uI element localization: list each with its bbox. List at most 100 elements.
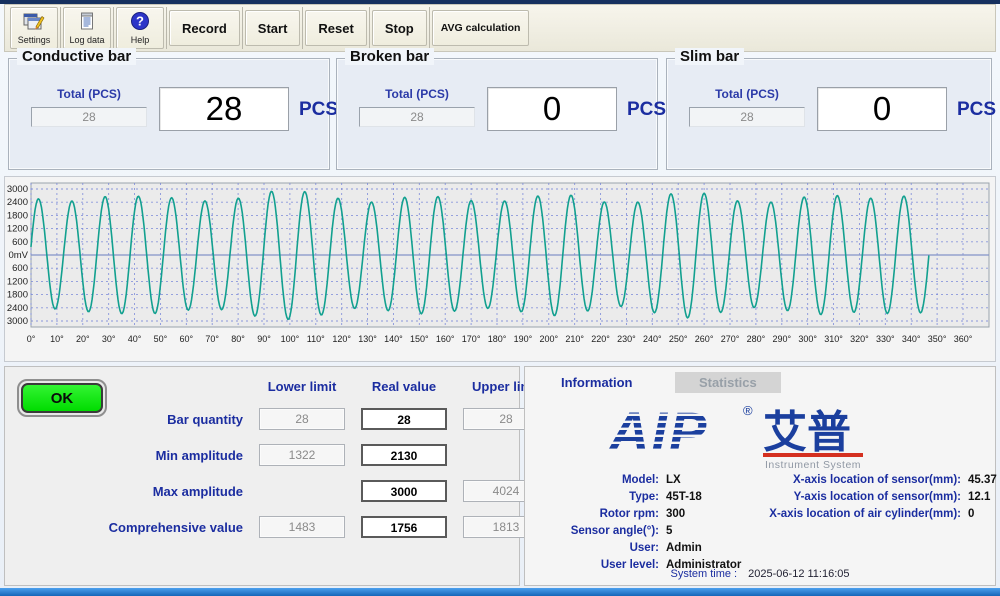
svg-text:50°: 50° [154, 334, 168, 344]
svg-text:40°: 40° [128, 334, 142, 344]
svg-text:260°: 260° [695, 334, 714, 344]
svg-text:110°: 110° [307, 334, 325, 344]
aip-logo-cjk: 艾普 [763, 408, 851, 457]
toolbar-separator [369, 7, 370, 49]
slim-total-label: Total (PCS) [689, 87, 805, 101]
settings-button[interactable]: Settings [10, 7, 58, 49]
svg-text:320°: 320° [850, 334, 869, 344]
svg-text:2400: 2400 [7, 303, 28, 314]
svg-text:1200: 1200 [7, 276, 28, 287]
broken-bar-panel: Broken bar Total (PCS) 28 0 PCS [336, 58, 658, 170]
sensor-angle-label: Sensor angle(°): [531, 525, 659, 537]
svg-text:170°: 170° [462, 334, 481, 344]
svg-text:60°: 60° [180, 334, 194, 344]
svg-text:10°: 10° [50, 334, 64, 344]
svg-text:300°: 300° [798, 334, 817, 344]
svg-text:250°: 250° [669, 334, 688, 344]
limits-table: Lower limit Real value Upper limit Bar q… [71, 379, 549, 538]
real-value-header: Real value [361, 379, 447, 394]
limits-panel: OK Lower limit Real value Upper limit Ba… [4, 366, 520, 586]
svg-text:290°: 290° [772, 334, 791, 344]
help-button[interactable]: ? Help [116, 7, 164, 49]
min-amplitude-label: Min amplitude [71, 448, 243, 463]
settings-label: Settings [18, 35, 51, 45]
x-cylinder-value: 0 [968, 508, 974, 520]
system-time-value: 2025-06-12 11:16:05 [748, 568, 849, 580]
svg-text:70°: 70° [205, 334, 219, 344]
svg-text:190°: 190° [514, 334, 533, 344]
conductive-total-input[interactable]: 28 [31, 107, 147, 127]
waveform-chart: 30002400180012006000mV600120018002400300… [4, 176, 996, 362]
svg-text:600: 600 [12, 263, 28, 274]
user-value: Admin [666, 542, 702, 554]
svg-text:600: 600 [12, 237, 28, 248]
svg-text:120°: 120° [332, 334, 351, 344]
start-button[interactable]: Start [245, 10, 301, 46]
toolbar-separator [429, 7, 430, 49]
svg-text:0°: 0° [27, 334, 36, 344]
broken-bar-title: Broken bar [345, 48, 434, 65]
bar-quantity-label: Bar quantity [71, 412, 243, 427]
max-amplitude-label: Max amplitude [71, 484, 243, 499]
log-data-label: Log data [69, 35, 104, 45]
svg-text:20°: 20° [76, 334, 90, 344]
os-taskbar[interactable] [0, 588, 1000, 596]
stop-button[interactable]: Stop [372, 10, 427, 46]
svg-text:2400: 2400 [7, 197, 28, 208]
y-sensor-value: 12.1 [968, 491, 990, 503]
svg-text:210°: 210° [565, 334, 584, 344]
avg-calculation-button[interactable]: AVG calculation [432, 10, 530, 46]
svg-text:1800: 1800 [7, 210, 28, 221]
tab-statistics[interactable]: Statistics [675, 372, 781, 393]
toolbar-separator [302, 7, 303, 49]
tab-information[interactable]: Information [537, 372, 657, 393]
x-sensor-label: X-axis location of sensor(mm): [725, 474, 961, 486]
slim-bar-panel: Slim bar Total (PCS) 28 0 PCS [666, 58, 992, 170]
bar-quantity-lower: 28 [259, 408, 345, 430]
svg-text:1200: 1200 [7, 224, 28, 235]
toolbar-separator [242, 7, 243, 49]
slim-unit-label: PCS [957, 99, 996, 121]
slim-bar-title: Slim bar [675, 48, 744, 65]
svg-text:350°: 350° [928, 334, 947, 344]
help-icon: ? [130, 11, 150, 34]
info-fields-left: Model:LX Type:45T-18 Rotor rpm:300 Senso… [531, 471, 741, 573]
system-time: System time : 2025-06-12 11:16:05 [525, 568, 995, 580]
info-panel: Information Statistics AIP ® 艾普 Instrume… [524, 366, 996, 586]
toolbar-separator [113, 7, 114, 49]
record-button[interactable]: Record [169, 10, 240, 46]
svg-text:130°: 130° [358, 334, 377, 344]
rotor-rpm-value: 300 [666, 508, 685, 520]
svg-text:100°: 100° [281, 334, 300, 344]
logo-red-bar [763, 453, 863, 457]
svg-text:270°: 270° [721, 334, 740, 344]
logdata-icon [79, 11, 95, 34]
comprehensive-value-label: Comprehensive value [71, 520, 243, 535]
x-sensor-value: 45.37 [968, 474, 997, 486]
sensor-angle-value: 5 [666, 525, 672, 537]
broken-total-input[interactable]: 28 [359, 107, 475, 127]
settings-icon [23, 11, 45, 34]
slim-total-input[interactable]: 28 [689, 107, 805, 127]
svg-text:30°: 30° [102, 334, 116, 344]
model-label: Model: [531, 474, 659, 486]
svg-text:340°: 340° [902, 334, 921, 344]
svg-text:310°: 310° [824, 334, 843, 344]
svg-text:280°: 280° [747, 334, 766, 344]
conductive-unit-label: PCS [299, 99, 338, 121]
y-sensor-label: Y-axis location of sensor(mm): [725, 491, 961, 503]
info-tabbar: Information Statistics [525, 367, 995, 393]
svg-text:160°: 160° [436, 334, 455, 344]
lower-limit-header: Lower limit [259, 379, 345, 394]
reset-button[interactable]: Reset [305, 10, 366, 46]
min-amplitude-lower: 1322 [259, 444, 345, 466]
app-window: Settings Log data [0, 0, 1000, 596]
svg-text:360°: 360° [954, 334, 973, 344]
logo-subtitle: Instrument System [765, 459, 861, 471]
svg-text:330°: 330° [876, 334, 895, 344]
system-time-label: System time : [670, 568, 737, 580]
registered-mark: ® [743, 403, 753, 418]
conductive-total-label: Total (PCS) [31, 87, 147, 101]
log-data-button[interactable]: Log data [63, 7, 111, 49]
type-value: 45T-18 [666, 491, 702, 503]
